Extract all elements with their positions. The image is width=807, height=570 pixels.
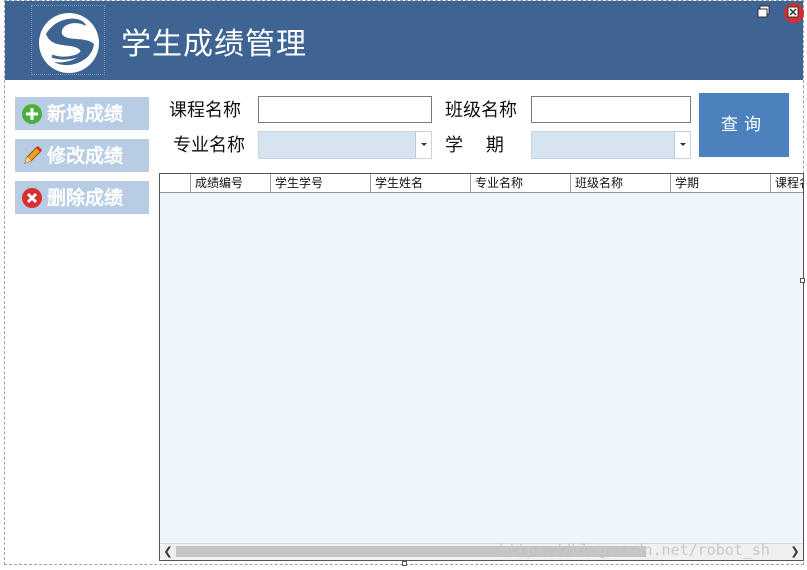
watermark: https://blog.csdn.net/robot_sh (499, 541, 770, 559)
course-name-input[interactable] (258, 96, 432, 123)
column-header[interactable]: 学期 (670, 174, 770, 192)
restore-icon (757, 5, 770, 18)
class-name-input[interactable] (531, 96, 691, 123)
pencil-icon (24, 145, 43, 164)
app-title: 学生成绩管理 (121, 27, 307, 62)
chevron-down-icon[interactable] (415, 132, 431, 158)
course-name-label: 课程名称 (169, 100, 241, 121)
close-icon (784, 3, 804, 23)
delete-score-button[interactable]: 删除成绩 (15, 181, 149, 214)
score-grid[interactable]: 成绩编号 学生学号 学生姓名 专业名称 班级名称 学期 课程名称 ❮ ❯ (159, 173, 804, 561)
query-button[interactable]: 查询 (699, 93, 789, 157)
row-header-corner (160, 174, 190, 192)
grid-header: 成绩编号 学生学号 学生姓名 专业名称 班级名称 学期 课程名称 (160, 174, 803, 193)
edit-score-button[interactable]: 修改成绩 (15, 139, 149, 172)
column-header[interactable]: 班级名称 (570, 174, 670, 192)
close-button[interactable] (783, 2, 805, 24)
resize-handle[interactable] (402, 561, 407, 566)
title-bar: 学生成绩管理 (5, 1, 805, 80)
major-select[interactable] (258, 131, 432, 159)
edit-score-label: 修改成绩 (47, 145, 124, 167)
scroll-left-icon[interactable]: ❮ (160, 544, 176, 560)
plus-circle-icon (22, 104, 42, 124)
resize-handle[interactable] (800, 278, 805, 283)
add-score-button[interactable]: 新增成绩 (15, 97, 149, 130)
main-window: 学生成绩管理 新增成绩 修改成绩 删除成绩 课程名称 班级名称 专业名称 学 期… (4, 0, 805, 566)
x-circle-icon (22, 188, 42, 208)
term-label: 学 期 (445, 135, 504, 156)
column-header[interactable]: 课程名称 (770, 174, 803, 192)
term-select[interactable] (531, 131, 691, 159)
add-score-label: 新增成绩 (47, 103, 124, 125)
column-header[interactable]: 学生姓名 (370, 174, 470, 192)
column-header[interactable]: 学生学号 (270, 174, 370, 192)
app-logo (31, 5, 105, 75)
restore-button[interactable] (757, 4, 771, 18)
class-name-label: 班级名称 (445, 100, 517, 121)
column-header[interactable]: 专业名称 (470, 174, 570, 192)
delete-score-label: 删除成绩 (47, 187, 124, 209)
chevron-down-icon[interactable] (674, 132, 690, 158)
column-header[interactable]: 成绩编号 (190, 174, 270, 192)
major-name-label: 专业名称 (173, 135, 245, 156)
scroll-right-icon[interactable]: ❯ (787, 544, 803, 560)
